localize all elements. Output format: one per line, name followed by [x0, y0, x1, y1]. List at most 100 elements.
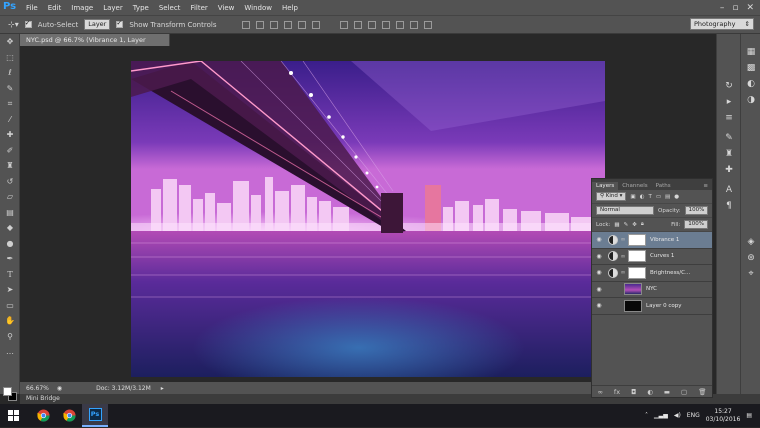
- lock-position-icon[interactable]: ✥: [632, 222, 637, 228]
- visibility-eye-icon[interactable]: ◉: [592, 269, 606, 276]
- lock-all-icon[interactable]: 🔒︎: [641, 221, 644, 228]
- adjustments-icon[interactable]: ◐: [741, 76, 760, 92]
- layer-name[interactable]: Vibrance 1: [650, 237, 679, 243]
- visibility-eye-icon[interactable]: ◉: [592, 286, 606, 293]
- layer-mask-thumbnail[interactable]: [628, 250, 646, 263]
- brush-presets-icon[interactable]: ✎: [717, 130, 741, 146]
- distribute-bottom-icon[interactable]: [368, 20, 377, 29]
- menu-type[interactable]: Type: [128, 4, 154, 12]
- distribute-right-icon[interactable]: [410, 20, 419, 29]
- align-hcenter-icon[interactable]: [298, 20, 307, 29]
- move-tool-icon[interactable]: ⊹▾: [8, 20, 19, 29]
- layer-name[interactable]: NYC: [646, 286, 657, 292]
- clone-stamp-tool-icon[interactable]: ♜: [0, 158, 20, 174]
- menu-layer[interactable]: Layer: [98, 4, 128, 12]
- blur-tool-icon[interactable]: ◆: [0, 220, 20, 236]
- paragraph-icon[interactable]: ¶: [717, 198, 741, 214]
- volume-icon[interactable]: ◀): [674, 412, 681, 419]
- menu-filter[interactable]: Filter: [185, 4, 212, 12]
- paths-icon[interactable]: ⌖: [741, 266, 760, 282]
- quick-select-tool-icon[interactable]: ✎: [0, 81, 20, 97]
- swatches-icon[interactable]: ▩: [741, 60, 760, 76]
- auto-select-target-dropdown[interactable]: Layer: [84, 19, 111, 30]
- menu-help[interactable]: Help: [277, 4, 303, 12]
- layer-mask-thumbnail[interactable]: [628, 266, 646, 279]
- align-left-icon[interactable]: [284, 20, 293, 29]
- notifications-icon[interactable]: ▤: [746, 412, 752, 419]
- document-tab[interactable]: NYC.psd @ 66.7% (Vibrance 1, Layer Mask/…: [20, 34, 170, 56]
- styles-icon[interactable]: ◑: [741, 92, 760, 108]
- opacity-input[interactable]: 100%: [684, 206, 709, 215]
- layer-name[interactable]: Curves 1: [650, 253, 674, 259]
- distribute-left-icon[interactable]: [382, 20, 391, 29]
- zoom-tool-icon[interactable]: ⚲: [0, 329, 20, 345]
- visibility-eye-icon[interactable]: ◉: [592, 302, 606, 309]
- chevron-up-icon[interactable]: ˄: [645, 412, 648, 419]
- lasso-tool-icon[interactable]: ℓ: [0, 65, 20, 81]
- marquee-tool-icon[interactable]: ⬚: [0, 50, 20, 66]
- visibility-eye-icon[interactable]: ◉: [592, 236, 606, 243]
- workspace-dropdown[interactable]: Photography ⇕: [690, 18, 754, 30]
- gradient-tool-icon[interactable]: ▤: [0, 205, 20, 221]
- actions-icon[interactable]: ▸: [717, 94, 741, 110]
- photoshop-taskbar-icon[interactable]: Ps: [82, 404, 108, 427]
- foreground-color-swatch[interactable]: [3, 387, 12, 396]
- add-mask-icon[interactable]: ◘: [631, 388, 636, 396]
- clone-source-icon[interactable]: ♜: [717, 146, 741, 162]
- chrome-icon[interactable]: [56, 404, 82, 427]
- align-bottom-icon[interactable]: [270, 20, 279, 29]
- menu-select[interactable]: Select: [154, 4, 186, 12]
- layer-thumbnail[interactable]: [624, 299, 642, 312]
- kind-filter-dropdown[interactable]: ⚲ Kind ▾: [596, 192, 627, 201]
- link-chain-icon[interactable]: ∞: [620, 269, 626, 276]
- layer-row[interactable]: ◉ ∞ Curves 1: [592, 249, 712, 265]
- healing-brush-tool-icon[interactable]: ✚: [0, 127, 20, 143]
- eyedropper-tool-icon[interactable]: ⁄: [0, 112, 20, 128]
- menu-view[interactable]: View: [213, 4, 240, 12]
- hand-tool-icon[interactable]: ✋: [0, 313, 20, 329]
- layer-row[interactable]: ◉ Layer 0 copy: [592, 298, 712, 315]
- distribute-vcenter-icon[interactable]: [354, 20, 363, 29]
- dodge-tool-icon[interactable]: ●: [0, 236, 20, 252]
- status-icon[interactable]: ◉: [57, 385, 62, 392]
- filter-shape-icon[interactable]: ▭: [656, 194, 661, 200]
- path-select-tool-icon[interactable]: ➤: [0, 282, 20, 298]
- eraser-tool-icon[interactable]: ▱: [0, 189, 20, 205]
- language-indicator[interactable]: ENG: [687, 412, 700, 419]
- align-top-icon[interactable]: [242, 20, 251, 29]
- tab-layers[interactable]: Layers: [592, 182, 619, 190]
- link-chain-icon[interactable]: ∞: [620, 236, 626, 243]
- layer-thumbnail[interactable]: [624, 283, 642, 296]
- menu-image[interactable]: Image: [66, 4, 98, 12]
- restore-button[interactable]: ▫: [732, 3, 738, 13]
- lock-image-icon[interactable]: ✎: [624, 222, 629, 228]
- link-chain-icon[interactable]: ∞: [620, 253, 626, 260]
- crop-tool-icon[interactable]: ⌗: [0, 96, 20, 112]
- layer-row[interactable]: ◉ ∞ Brightness/C...: [592, 265, 712, 282]
- more-tools-icon[interactable]: …: [0, 344, 20, 360]
- layer-name[interactable]: Layer 0 copy: [646, 303, 681, 309]
- color-icon[interactable]: ▦: [741, 44, 760, 60]
- status-menu-arrow-icon[interactable]: ▸: [161, 385, 164, 392]
- history-icon[interactable]: ↻: [717, 78, 741, 94]
- align-right-icon[interactable]: [312, 20, 321, 29]
- fill-input[interactable]: 100%: [684, 220, 708, 229]
- tab-channels[interactable]: Channels: [618, 182, 651, 190]
- visibility-eye-icon[interactable]: ◉: [592, 253, 606, 260]
- move-tool-icon[interactable]: ✥: [0, 34, 20, 50]
- windows-start-icon[interactable]: [0, 404, 26, 427]
- new-group-icon[interactable]: ▬: [664, 388, 670, 396]
- filter-type-icon[interactable]: T: [648, 194, 651, 200]
- tab-paths[interactable]: Paths: [652, 182, 675, 190]
- menu-file[interactable]: File: [21, 4, 43, 12]
- pen-tool-icon[interactable]: ✒: [0, 251, 20, 267]
- rectangle-tool-icon[interactable]: ▭: [0, 298, 20, 314]
- auto-align-icon[interactable]: [424, 20, 433, 29]
- layer-mask-thumbnail[interactable]: [628, 233, 646, 246]
- chrome-icon[interactable]: [30, 404, 56, 427]
- filter-adjustment-icon[interactable]: ◐: [640, 194, 645, 200]
- blend-mode-dropdown[interactable]: Normal: [596, 206, 654, 215]
- layer-name[interactable]: Brightness/C...: [650, 270, 690, 276]
- layer-row[interactable]: ◉ ∞ Vibrance 1: [592, 232, 712, 249]
- minimize-button[interactable]: –: [720, 3, 725, 13]
